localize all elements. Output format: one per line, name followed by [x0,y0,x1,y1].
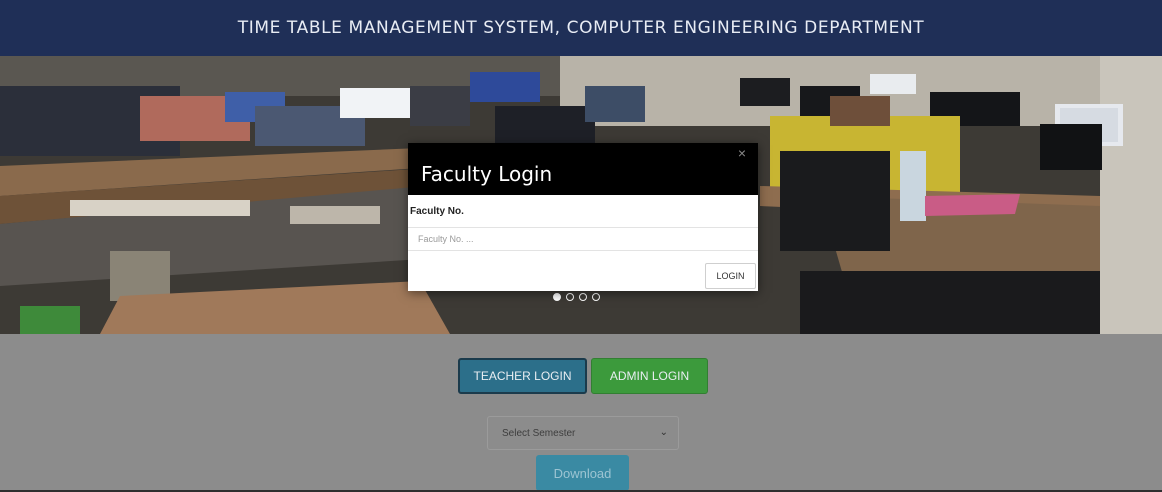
chevron-down-icon: ⌄ [659,427,668,438]
carousel-dot-3[interactable] [579,293,587,301]
carousel-dot-1[interactable] [553,293,561,301]
semester-select-value: Select Semester [502,428,576,439]
header-bar: TIME TABLE MANAGEMENT SYSTEM, COMPUTER E… [0,0,1162,56]
carousel-dot-2[interactable] [566,293,574,301]
teacher-login-button[interactable]: TEACHER LOGIN [458,358,587,394]
login-button[interactable]: LOGIN [705,263,756,289]
admin-login-button[interactable]: ADMIN LOGIN [591,358,708,394]
page-title: TIME TABLE MANAGEMENT SYSTEM, COMPUTER E… [237,18,925,38]
download-button[interactable]: Download [536,455,629,491]
faculty-no-label: Faculty No. [410,206,464,217]
modal-title: Faculty Login [421,162,553,186]
faculty-no-input[interactable] [408,227,758,251]
semester-select[interactable]: Select Semester ⌄ [487,416,679,450]
close-icon[interactable]: × [738,145,746,161]
carousel-indicators [553,293,600,301]
modal-header: Faculty Login × [408,143,758,195]
faculty-login-modal: Faculty Login × Faculty No. LOGIN [408,143,758,291]
carousel-dot-4[interactable] [592,293,600,301]
